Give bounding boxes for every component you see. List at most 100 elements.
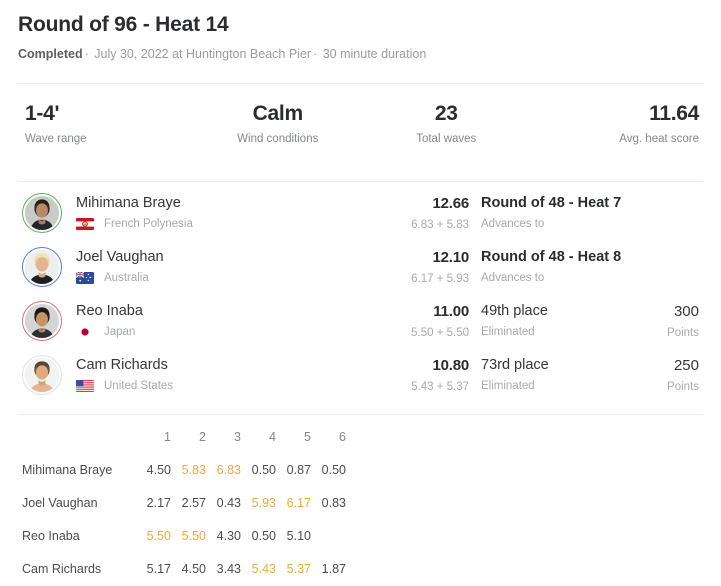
wave-score-cell: 0.83 [321,496,346,511]
wave-score-cell: 5.37 [286,562,311,577]
heat-results-page: Round of 96 - Heat 14 Completed · July 30… [0,0,721,586]
surfer-result-column[interactable]: Round of 48 - Heat 8 Advances to [481,249,641,284]
surfer-row[interactable]: Cam Richards United States 10.80 5.43 + … [18,348,703,402]
wave-score-cell: 0.50 [251,463,276,478]
wave-column-header: 5 [304,430,311,445]
country-name: French Polynesia [104,218,193,231]
surfer-score-column: 12.10 6.17 + 5.93 [373,249,481,285]
surfer-row[interactable]: Joel Vaughan Australia 12.10 6.17 + 5.93… [18,240,703,294]
avatar-ring-advanced [22,192,62,233]
surfer-country: United States [76,380,373,393]
meta-separator-1: · [84,47,89,62]
wave-row-name: Reo Inaba [22,529,80,544]
stat-wind-conditions: Calm Wind conditions [194,102,363,145]
wave-score-cell: 6.17 [286,496,311,511]
surfer-country: Australia [76,272,373,285]
points-label: Points [667,326,699,339]
score-breakdown: 5.50 + 5.50 [411,326,469,339]
total-score: 11.00 [433,302,469,320]
wave-column-header: 2 [199,430,206,445]
surfer-name: Joel Vaughan [76,248,164,265]
wave-column-header: 3 [234,430,241,445]
stat-value: Calm [252,101,303,125]
stat-label: Wind conditions [237,132,319,145]
wave-score-cell: 6.83 [216,463,241,478]
surfer-result-column: 49th place Eliminated [481,303,641,338]
wave-score-cell: 0.50 [251,529,276,544]
stat-value: 23 [434,101,458,125]
surfer-row[interactable]: Reo Inaba Japan 11.00 5.50 + 5.50 49th p… [18,294,703,348]
wave-table-spacer [346,553,703,586]
score-breakdown: 5.43 + 5.37 [411,380,469,393]
wave-table-spacer [346,487,703,520]
table-row: Joel Vaughan 2.17 2.57 0.43 5.93 6.17 0.… [18,487,703,520]
stat-wave-range: 1-4' Wave range [18,102,194,145]
stat-value: 1-4' [25,101,60,125]
flag-french-polynesia-icon [76,218,94,231]
surfer-country: French Polynesia [76,218,373,231]
avatar [25,357,59,392]
avatar [25,249,59,284]
surfer-result-column[interactable]: Round of 48 - Heat 7 Advances to [481,195,641,230]
surfer-score-column: 10.80 5.43 + 5.37 [373,357,481,393]
wave-row-name: Joel Vaughan [22,496,98,511]
stat-value: 11.64 [649,101,699,125]
table-row: Reo Inaba 5.50 5.50 4.30 0.50 5.10 [18,520,703,553]
surfer-points-column [641,210,703,216]
avatar-ring-eliminated [22,354,62,395]
surfer-info: Joel Vaughan Australia [76,248,373,285]
wave-score-cell: 0.43 [216,496,241,511]
score-breakdown: 6.17 + 5.93 [411,272,469,285]
result-title: 49th place [481,302,548,319]
table-row: Cam Richards 5.17 4.50 3.43 5.43 5.37 1.… [18,553,703,586]
stat-avg-heat-score: 11.64 Avg. heat score [531,102,704,145]
surfer-points-column: 300 Points [641,303,703,339]
points-label: Points [667,380,699,393]
heat-duration: 30 minute duration [322,47,427,62]
wave-score-cell: 3.43 [216,562,241,577]
surfer-info: Cam Richards United States [76,356,373,393]
result-subtitle: Advances to [481,272,545,285]
result-title: 73rd place [481,356,549,373]
avatar [25,303,59,338]
stat-label: Wave range [25,132,87,145]
wave-row-name: Mihimana Braye [22,463,113,478]
result-subtitle: Eliminated [481,326,535,339]
country-name: Japan [104,326,136,339]
heat-stats: 1-4' Wave range Calm Wind conditions 23 … [18,84,703,161]
wave-score-cell: 0.50 [321,463,346,478]
wave-table-header-row: 1 2 3 4 5 6 [18,421,703,454]
wave-score-cell: 5.43 [251,562,276,577]
wave-score-cell: 5.50 [181,529,206,544]
total-score: 10.80 [432,356,469,374]
country-name: United States [104,380,174,393]
total-score: 12.66 [432,194,469,212]
stat-label: Total waves [416,132,477,145]
page-title: Round of 96 - Heat 14 [18,13,229,36]
wave-table-spacer [346,421,703,454]
surfer-score-column: 12.66 6.83 + 5.83 [373,195,481,231]
surfer-name: Reo Inaba [76,302,143,319]
surfer-name: Cam Richards [76,356,168,373]
flag-australia-icon [76,272,94,285]
wave-column-header: 4 [269,430,276,445]
stat-total-waves: 23 Total waves [362,102,531,145]
wave-score-cell: 5.93 [251,496,276,511]
total-score: 12.10 [432,248,469,266]
surfer-row[interactable]: Mihimana Braye French Polynesia 12.66 6.… [18,186,703,240]
result-subtitle: Eliminated [481,380,535,393]
surfer-country: Japan [76,326,373,339]
table-row: Mihimana Braye 4.50 5.83 6.83 0.50 0.87 … [18,454,703,487]
wave-table-spacer [346,454,703,487]
wave-score-cell: 4.50 [146,463,171,478]
stat-label: Avg. heat score [619,132,699,145]
surfer-points-column: 250 Points [641,357,703,393]
avatar-ring-eliminated [22,300,62,341]
score-breakdown: 6.83 + 5.83 [411,218,469,231]
wave-score-cell: 5.10 [286,529,311,544]
country-name: Australia [104,272,149,285]
wave-score-cell: 5.83 [181,463,206,478]
wave-score-cell: 2.17 [146,496,171,511]
wave-table-divider [18,413,703,415]
points-value: 250 [673,356,699,374]
